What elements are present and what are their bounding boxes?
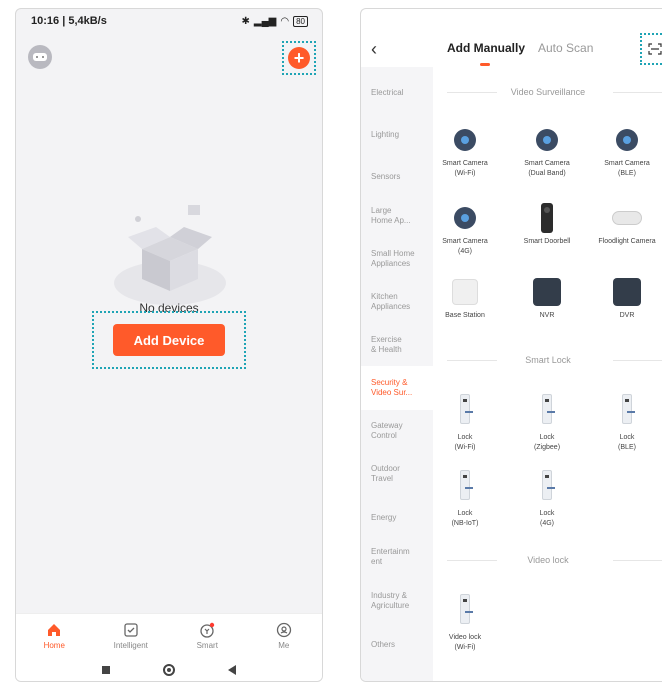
doorbell-icon	[541, 203, 553, 233]
device-lock-nbiot[interactable]: Lock (NB-IoT)	[433, 465, 497, 529]
category-entertainment[interactable]: Entertainm ent	[371, 547, 427, 567]
camera-icon	[536, 129, 558, 151]
category-gateway[interactable]: Gateway Control	[371, 421, 427, 441]
status-bar: 10:16 | 5,4kB/s ✱ ▂▄▆ ◠ 80	[16, 9, 322, 33]
dvr-icon	[613, 278, 641, 306]
category-sensors[interactable]: Sensors	[371, 172, 427, 182]
lock-icon	[460, 394, 473, 424]
camera-icon	[616, 129, 638, 151]
bluetooth-icon: ✱	[241, 15, 250, 27]
category-electrical[interactable]: Electrical	[371, 88, 427, 98]
add-device-screen: ‹ Add Manually Auto Scan Electrical Ligh…	[360, 8, 662, 682]
base-station-icon	[452, 279, 478, 305]
category-industry[interactable]: Industry & Agriculture	[371, 591, 427, 611]
tab-label: Smart	[196, 640, 218, 650]
device-smart-camera-dual[interactable]: Smart Camera (Dual Band)	[515, 125, 579, 179]
category-large-home[interactable]: Large Home Ap...	[371, 206, 427, 226]
category-energy[interactable]: Energy	[371, 513, 427, 523]
status-icons: ✱ ▂▄▆ ◠ 80	[241, 15, 308, 27]
device-lock-4g[interactable]: Lock (4G)	[515, 465, 579, 529]
home-header: +	[16, 39, 322, 79]
back-nav-icon[interactable]	[227, 665, 236, 675]
empty-box-illustration	[114, 205, 226, 305]
tab-label: Me	[278, 640, 290, 650]
device-lock-ble[interactable]: Lock (BLE)	[595, 389, 659, 453]
battery-icon: 80	[293, 15, 308, 27]
device-lock-zigbee[interactable]: Lock (Zigbee)	[515, 389, 579, 453]
lock-icon	[622, 394, 635, 424]
tab-label: Intelligent	[113, 640, 148, 650]
device-floodlight-camera[interactable]: Floodlight Camera	[595, 203, 659, 247]
category-small-home[interactable]: Small Home Appliances	[371, 249, 427, 269]
camera-icon	[454, 207, 476, 229]
device-video-lock-wifi[interactable]: Video lock (Wi-Fi)	[433, 589, 497, 653]
home-icon	[48, 623, 61, 636]
camera-icon	[454, 129, 476, 151]
device-dvr[interactable]: DVR	[595, 277, 659, 321]
add-device-button[interactable]: Add Device	[113, 324, 225, 356]
lock-icon	[460, 470, 473, 500]
device-base-station[interactable]: Base Station	[433, 277, 497, 321]
scan-icon[interactable]	[648, 43, 662, 55]
section-video-lock: Video lock	[433, 555, 662, 565]
scan-highlight	[640, 33, 662, 65]
wifi-icon: ◠	[280, 15, 290, 27]
category-security[interactable]: Security & Video Sur...	[371, 378, 427, 398]
category-lighting[interactable]: Lighting	[371, 130, 427, 140]
signal-icon: ▂▄▆	[253, 15, 277, 27]
device-smart-camera-wifi[interactable]: Smart Camera (Wi-Fi)	[433, 125, 497, 179]
tab-label: Home	[43, 640, 65, 650]
screenshot-stage: 10:16 | 5,4kB/s ✱ ▂▄▆ ◠ 80 + No devices …	[0, 0, 662, 684]
category-outdoor[interactable]: Outdoor Travel	[371, 464, 427, 484]
nvr-icon	[533, 278, 561, 306]
device-nvr[interactable]: NVR	[515, 277, 579, 321]
add-device-header: ‹ Add Manually Auto Scan	[361, 31, 662, 71]
video-lock-icon	[460, 594, 473, 624]
device-smart-camera-ble[interactable]: Smart Camera (BLE)	[595, 125, 659, 179]
section-video-surveillance: Video Surveillance	[433, 87, 662, 97]
lock-icon	[542, 394, 555, 424]
device-smart-doorbell[interactable]: Smart Doorbell	[515, 203, 579, 247]
tab-intelligent[interactable]: Intelligent	[101, 622, 161, 650]
tab-add-manually[interactable]: Add Manually	[447, 41, 525, 55]
profile-icon	[276, 622, 291, 637]
floodlight-icon	[612, 211, 642, 225]
bottom-tab-bar: Home Intelligent Smart Me	[16, 613, 322, 657]
back-icon[interactable]: ‹	[371, 39, 377, 60]
recents-icon[interactable]	[102, 666, 111, 674]
status-time: 10:16 | 5,4kB/s	[31, 15, 107, 27]
device-lock-wifi[interactable]: Lock (Wi-Fi)	[433, 389, 497, 453]
home-screen: 10:16 | 5,4kB/s ✱ ▂▄▆ ◠ 80 + No devices …	[15, 8, 323, 682]
tab-auto-scan[interactable]: Auto Scan	[538, 41, 593, 55]
avatar[interactable]	[28, 45, 52, 69]
category-others[interactable]: Others	[371, 640, 427, 650]
plus-icon[interactable]: +	[288, 47, 310, 69]
checkbox-icon	[124, 622, 138, 637]
tab-home[interactable]: Home	[24, 622, 84, 650]
home-nav-icon[interactable]	[162, 664, 175, 676]
category-sidebar: Electrical Lighting Sensors Large Home A…	[361, 67, 433, 681]
tab-me[interactable]: Me	[254, 622, 314, 650]
section-smart-lock: Smart Lock	[433, 355, 662, 365]
device-grid: Video Surveillance Smart Camera (Wi-Fi) …	[433, 67, 662, 681]
device-smart-camera-4g[interactable]: Smart Camera (4G)	[433, 203, 497, 257]
add-highlight: +	[282, 41, 316, 75]
system-nav-bar	[16, 657, 322, 681]
robot-face-icon	[33, 53, 47, 61]
smart-icon	[200, 622, 215, 638]
lock-icon	[542, 470, 555, 500]
category-exercise[interactable]: Exercise & Health	[371, 335, 427, 355]
tab-smart[interactable]: Smart	[177, 622, 237, 650]
category-kitchen[interactable]: Kitchen Appliances	[371, 292, 427, 312]
add-device-highlight: Add Device	[92, 311, 246, 369]
active-tab-indicator	[480, 63, 490, 66]
